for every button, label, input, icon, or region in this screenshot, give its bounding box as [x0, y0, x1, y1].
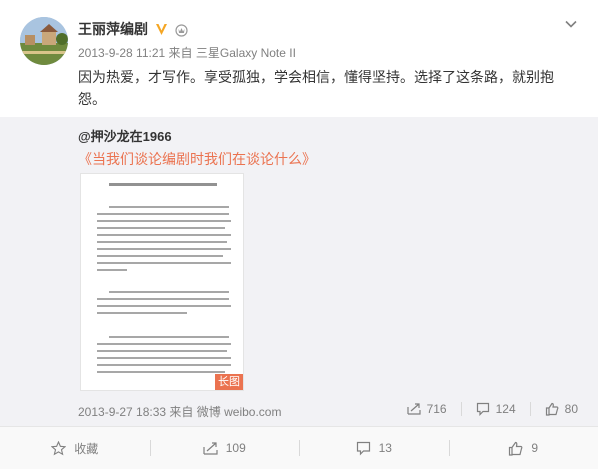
doc-line — [97, 350, 227, 352]
comment-button[interactable]: 13 — [299, 427, 449, 469]
repost-time[interactable]: 2013-9-27 18:33 — [78, 405, 166, 419]
post-meta: 2013-9-28 11:21 来自 三星Galaxy Note II — [78, 44, 296, 61]
comment-icon — [356, 441, 370, 455]
repost-source[interactable]: 微博 weibo.com — [197, 405, 282, 419]
author-avatar[interactable] — [20, 17, 68, 65]
doc-heading-line — [109, 183, 217, 186]
long-image-thumbnail[interactable]: 长图 — [80, 173, 244, 391]
doc-line — [109, 291, 229, 293]
doc-line — [97, 312, 187, 314]
thumbs-up-icon — [509, 441, 523, 456]
chevron-down-icon[interactable] — [564, 17, 578, 31]
doc-line — [97, 248, 231, 250]
thumbs-up-icon — [545, 402, 559, 416]
favorite-label: 收藏 — [74, 441, 99, 456]
doc-line — [97, 255, 223, 257]
doc-line — [109, 206, 229, 208]
like-count: 9 — [531, 441, 539, 455]
post-action-bar: 收藏 109 13 9 — [0, 426, 598, 469]
post-text: 因为热爱，才写作。享受孤独，学会相信，懂得坚持。选择了这条路，就别抱怨。 — [78, 69, 554, 107]
forward-icon — [203, 441, 218, 455]
long-image-tag: 长图 — [215, 374, 243, 390]
doc-line — [97, 364, 231, 366]
like-count: 80 — [564, 402, 578, 416]
repost-footer: 2013-9-27 18:33 来自 微博 weibo.com 716 124 … — [78, 402, 578, 420]
like-button[interactable]: 9 — [448, 427, 598, 469]
doc-line — [97, 269, 127, 271]
post-time[interactable]: 2013-9-28 11:21 — [78, 46, 165, 60]
repost-author[interactable]: @押沙龙在1966 — [78, 126, 172, 145]
comment-count: 124 — [495, 402, 516, 416]
doc-line — [97, 371, 225, 373]
post-source[interactable]: 三星Galaxy Note II — [196, 46, 296, 60]
star-icon — [51, 440, 67, 455]
doc-line — [97, 343, 231, 345]
divider — [529, 402, 531, 416]
forward-count: 716 — [426, 402, 447, 416]
doc-line — [97, 220, 231, 222]
verified-badge-icon — [154, 22, 169, 37]
repost-title-link[interactable]: 《当我们谈论编剧时我们在谈论什么》 — [78, 149, 316, 169]
comment-count: 13 — [378, 441, 392, 455]
post-source-prefix: 来自 — [168, 46, 193, 60]
repost-meta: 2013-9-27 18:33 来自 微博 weibo.com — [78, 403, 281, 420]
divider — [460, 402, 462, 416]
repost-comment-count[interactable]: 124 — [476, 402, 516, 416]
doc-line — [109, 336, 229, 338]
repost-count: 109 — [225, 441, 246, 455]
doc-line — [97, 298, 229, 300]
repost-source-prefix: 来自 — [169, 405, 194, 419]
repost-like-count[interactable]: 80 — [545, 402, 578, 416]
forward-icon — [406, 403, 421, 415]
doc-line — [97, 227, 225, 229]
doc-line — [97, 241, 227, 243]
favorite-button[interactable]: 收藏 — [0, 427, 150, 469]
doc-line — [97, 213, 229, 215]
repost-forward-count[interactable]: 716 — [406, 402, 447, 416]
doc-line — [97, 305, 231, 307]
weibo-post-card: 王丽萍编剧 2013-9-28 11:21 来自 三星Galaxy Note I… — [0, 0, 598, 469]
reposted-content: @押沙龙在1966 《当我们谈论编剧时我们在谈论什么》 长图 2013-9-27… — [0, 117, 598, 426]
author-name[interactable]: 王丽萍编剧 — [78, 19, 148, 39]
doc-line — [97, 234, 231, 236]
doc-line — [97, 357, 231, 359]
repost-stats: 716 124 80 — [393, 402, 578, 416]
comment-icon — [476, 402, 489, 416]
doc-line — [97, 262, 231, 264]
crown-badge-icon[interactable] — [174, 22, 189, 37]
author-header: 王丽萍编剧 — [78, 18, 189, 40]
repost-button[interactable]: 109 — [149, 427, 300, 469]
